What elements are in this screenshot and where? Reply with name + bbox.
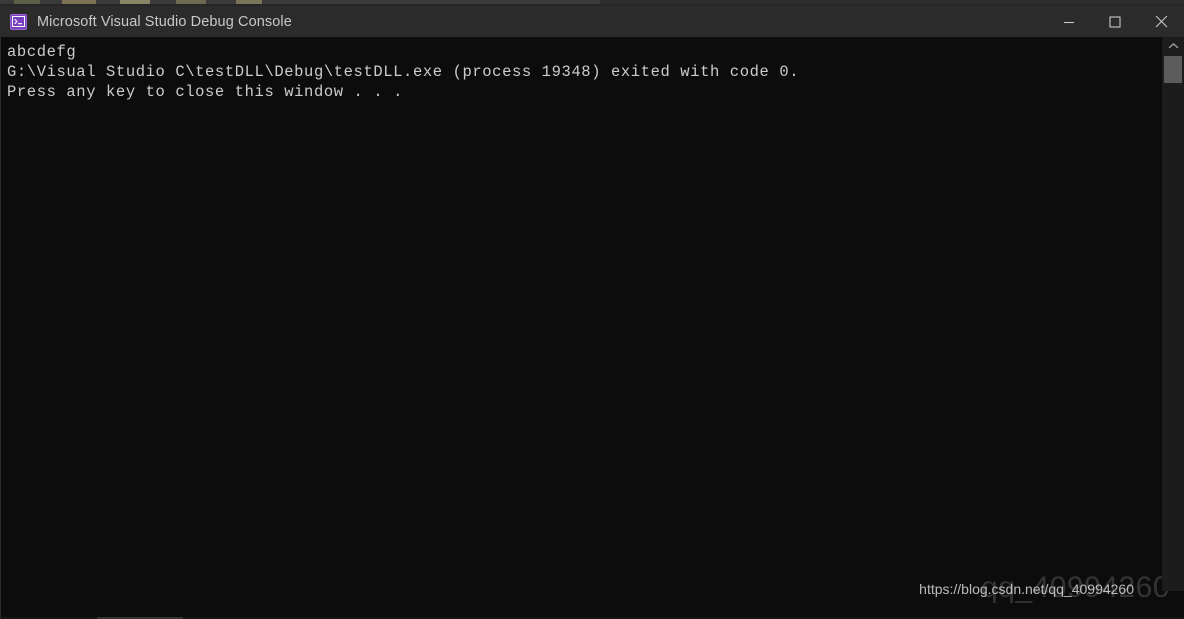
- console-output-area[interactable]: abcdefg G:\Visual Studio C\testDLL\Debug…: [1, 37, 1184, 619]
- scrollbar-thumb[interactable]: [1164, 56, 1182, 83]
- watermark-url: https://blog.csdn.net/qq_40994260: [919, 581, 1134, 597]
- console-app-icon: [10, 13, 27, 30]
- maximize-icon: [1109, 15, 1121, 28]
- close-icon: [1155, 15, 1168, 28]
- scrollbar-up-button[interactable]: [1162, 37, 1184, 54]
- close-button[interactable]: [1138, 6, 1184, 37]
- window-title: Microsoft Visual Studio Debug Console: [37, 13, 292, 30]
- titlebar[interactable]: Microsoft Visual Studio Debug Console: [1, 6, 1184, 37]
- window-controls: [1046, 6, 1184, 37]
- scrollbar-track[interactable]: [1162, 54, 1184, 591]
- watermark: qq_40994260 https://blog.csdn.net/qq_409…: [900, 571, 1170, 605]
- debug-console-window: Microsoft Visual Studio Debug Console ab…: [0, 6, 1184, 619]
- minimize-icon: [1063, 16, 1075, 28]
- maximize-button[interactable]: [1092, 6, 1138, 37]
- vertical-scrollbar[interactable]: [1162, 37, 1184, 591]
- minimize-button[interactable]: [1046, 6, 1092, 37]
- console-output-text: abcdefg G:\Visual Studio C\testDLL\Debug…: [7, 43, 800, 101]
- chevron-up-icon: [1168, 42, 1179, 50]
